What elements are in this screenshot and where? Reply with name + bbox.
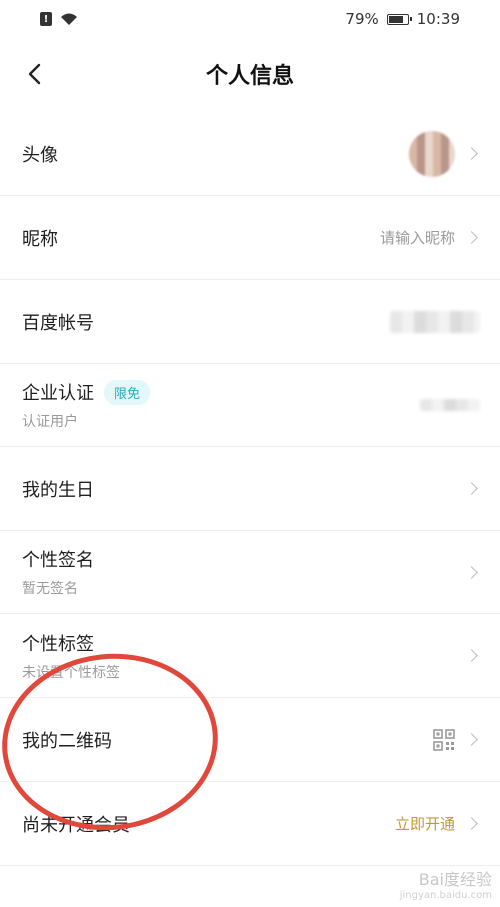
chevron-right-icon — [465, 733, 478, 746]
row-avatar-right — [409, 130, 480, 177]
chevron-right-icon — [465, 231, 478, 244]
row-title-line: 企业认证 限免 — [22, 379, 151, 405]
row-nickname[interactable]: 昵称 请输入昵称 — [0, 196, 500, 280]
battery-icon — [386, 13, 412, 25]
row-nickname-left: 昵称 — [22, 225, 58, 251]
row-baidu-account-left: 百度帐号 — [22, 309, 94, 335]
row-signature-left: 个性签名 暂无签名 — [22, 546, 94, 598]
status-bar: ! 79% 10:39 — [0, 0, 500, 38]
profile-list: 头像 昵称 请输入昵称 百度帐号 企业认证 限免 认证用户 我的生日 个性签名 … — [0, 112, 500, 866]
blurred-enterprise-value — [420, 399, 480, 411]
chevron-right-icon — [465, 482, 478, 495]
row-signature-right — [463, 565, 480, 579]
row-sub: 认证用户 — [22, 414, 78, 430]
avatar — [409, 130, 455, 177]
status-left: ! — [40, 12, 78, 26]
chevron-right-icon — [465, 565, 478, 579]
blurred-account-value — [390, 310, 480, 333]
row-birthday-left: 我的生日 — [22, 476, 94, 502]
row-label: 昵称 — [22, 228, 58, 250]
row-label: 企业认证 — [22, 383, 94, 404]
open-membership-link[interactable]: 立即开通 — [395, 813, 455, 834]
row-avatar-left: 头像 — [22, 141, 58, 167]
row-tags-left: 个性标签 未设置个性标签 — [22, 630, 120, 682]
sim-alert-icon: ! — [40, 12, 52, 26]
row-enterprise-left: 企业认证 限免 认证用户 — [22, 379, 151, 431]
row-baidu-account[interactable]: 百度帐号 — [0, 280, 500, 364]
row-birthday[interactable]: 我的生日 — [0, 447, 500, 531]
chevron-right-icon — [465, 147, 478, 160]
row-sub: 暂无签名 — [22, 581, 78, 597]
chevron-right-icon — [465, 649, 478, 662]
row-tags[interactable]: 个性标签 未设置个性标签 — [0, 614, 500, 698]
row-birthday-right — [463, 482, 480, 495]
page-title: 个人信息 — [205, 64, 294, 89]
row-qrcode[interactable]: 我的二维码 — [0, 698, 500, 782]
battery-fill — [388, 15, 403, 23]
chevron-right-icon — [465, 817, 478, 830]
watermark-sub: jingyan.baidu.com — [399, 890, 492, 901]
row-membership-left: 尚未开通会员 — [22, 811, 130, 837]
row-tags-right — [463, 649, 480, 662]
row-signature[interactable]: 个性签名 暂无签名 — [0, 531, 500, 614]
row-label: 百度帐号 — [22, 312, 94, 334]
nickname-placeholder: 请输入昵称 — [379, 229, 455, 247]
chevron-left-icon — [28, 63, 41, 85]
status-right: 79% 10:39 — [345, 10, 460, 28]
row-label: 个性标签 — [22, 633, 94, 655]
row-qrcode-left: 我的二维码 — [22, 727, 112, 753]
row-sub: 未设置个性标签 — [22, 664, 120, 681]
watermark-main: Bai度经验 — [418, 870, 492, 889]
wifi-icon — [61, 13, 77, 25]
row-label: 我的生日 — [22, 479, 94, 501]
row-label: 尚未开通会员 — [22, 814, 130, 836]
back-button[interactable] — [14, 52, 54, 96]
row-label: 个性签名 — [22, 550, 94, 571]
row-nickname-right: 请输入昵称 — [380, 227, 480, 248]
free-badge: 限免 — [104, 379, 151, 405]
row-membership[interactable]: 尚未开通会员 立即开通 — [0, 782, 500, 866]
row-enterprise-auth[interactable]: 企业认证 限免 认证用户 — [0, 364, 500, 447]
clock: 10:39 — [416, 10, 460, 28]
row-baidu-account-right — [390, 310, 480, 333]
row-label: 我的二维码 — [22, 730, 112, 752]
row-avatar[interactable]: 头像 — [0, 112, 500, 196]
nav-bar: 个人信息 — [0, 38, 500, 110]
watermark: Bai度经验 jingyan.baidu.com — [400, 866, 492, 901]
row-membership-right: 立即开通 — [395, 813, 480, 834]
row-qrcode-right — [433, 728, 480, 751]
row-label: 头像 — [22, 144, 58, 166]
battery-percent: 79% — [345, 10, 379, 28]
row-enterprise-right — [420, 399, 480, 411]
qrcode-icon — [433, 728, 455, 751]
